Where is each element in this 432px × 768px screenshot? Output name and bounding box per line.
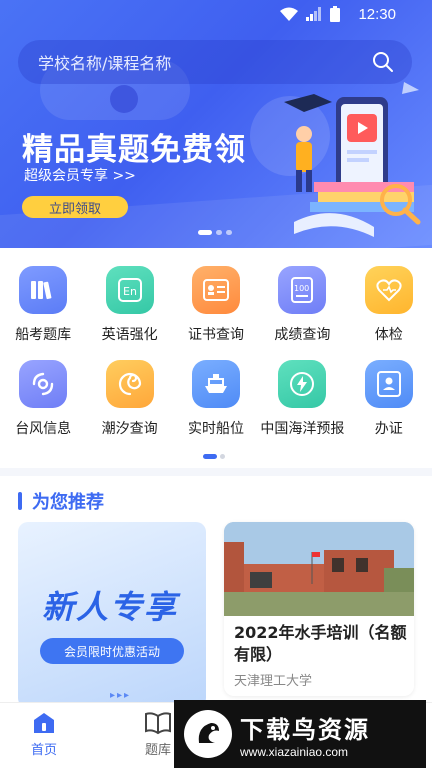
pager-dot bbox=[226, 230, 232, 235]
feature-label: 办证 bbox=[374, 421, 403, 437]
nav-label: 首页 bbox=[30, 743, 57, 758]
feature-question-bank[interactable]: 船考题库 bbox=[0, 266, 86, 344]
pager-dot-active bbox=[203, 454, 217, 459]
pager-dot bbox=[216, 230, 222, 235]
claim-button[interactable]: 立即领取 bbox=[22, 196, 128, 218]
grid-pager bbox=[203, 454, 225, 459]
tide-icon bbox=[105, 360, 154, 408]
feature-label: 证书查询 bbox=[187, 327, 244, 343]
feature-label: 实时船位 bbox=[187, 421, 244, 437]
title-accent-bar bbox=[18, 492, 22, 510]
heart-icon bbox=[364, 266, 413, 314]
battery-icon bbox=[330, 6, 340, 22]
promo-banner[interactable]: 12:30 学校名称/课程名称 精品真题免费领 超级会员专享 >> 立即领取 bbox=[0, 0, 432, 248]
feature-label: 台风信息 bbox=[15, 421, 72, 437]
wifi-icon bbox=[280, 7, 298, 21]
member-promo-pill: 会员限时优惠活动 bbox=[40, 638, 184, 664]
feature-grid: 船考题库 En 英语强化 证书查询 100 成绩查询 体检 台风信息 潮汐查询 … bbox=[0, 248, 432, 468]
feature-label: 成绩查询 bbox=[274, 327, 331, 343]
feature-ocean-forecast[interactable]: 中国海洋预报 bbox=[259, 360, 345, 438]
recommend-section: 为您推荐 新人专享 会员限时优惠活动 ▸▸▸ 2022年水手培训（名额有限） 天… bbox=[0, 476, 432, 708]
course-card[interactable]: 2022年水手培训（名额有限） 天津理工大学 bbox=[224, 522, 414, 696]
score-icon: 100 bbox=[278, 266, 327, 314]
section-title: 为您推荐 bbox=[18, 488, 104, 514]
home-icon bbox=[34, 713, 54, 733]
decor-dot bbox=[110, 85, 138, 113]
watermark-bird-icon bbox=[184, 710, 232, 758]
svg-text:100: 100 bbox=[294, 284, 309, 293]
banner-subline[interactable]: 超级会员专享 >> bbox=[24, 165, 136, 185]
search-placeholder: 学校名称/课程名称 bbox=[38, 54, 172, 73]
feature-license[interactable]: 办证 bbox=[346, 360, 432, 438]
banner-pager bbox=[198, 230, 232, 235]
book-stack-icon bbox=[19, 266, 68, 314]
arrows-icon: ▸▸▸ bbox=[110, 690, 132, 701]
feature-ship-position[interactable]: 实时船位 bbox=[173, 360, 259, 438]
feature-label: 潮汐查询 bbox=[101, 421, 158, 437]
nav-label: 题库 bbox=[144, 743, 171, 758]
campus-photo bbox=[224, 522, 414, 616]
study-illustration bbox=[284, 82, 421, 237]
signal-icon bbox=[306, 7, 321, 21]
banner-headline: 精品真题免费领 bbox=[22, 132, 246, 168]
feature-label: 英语强化 bbox=[101, 327, 158, 343]
svg-text:En: En bbox=[123, 285, 137, 298]
feature-typhoon[interactable]: 台风信息 bbox=[0, 360, 86, 438]
pager-dot-active bbox=[198, 230, 212, 235]
search-icon[interactable] bbox=[372, 51, 394, 73]
newcomer-headline: 新人专享 bbox=[42, 588, 179, 626]
section-title-text: 为您推荐 bbox=[32, 492, 104, 513]
feature-english[interactable]: En 英语强化 bbox=[86, 266, 172, 344]
nav-home[interactable]: 首页 bbox=[14, 711, 74, 758]
lightning-icon bbox=[278, 360, 327, 408]
open-book-icon bbox=[145, 712, 171, 735]
feature-score[interactable]: 100 成绩查询 bbox=[259, 266, 345, 344]
ship-icon bbox=[191, 360, 240, 408]
course-school: 天津理工大学 bbox=[234, 674, 313, 689]
newcomer-card[interactable]: 新人专享 会员限时优惠活动 ▸▸▸ bbox=[18, 522, 206, 708]
feature-certificate[interactable]: 证书查询 bbox=[173, 266, 259, 344]
certificate-icon bbox=[191, 266, 240, 314]
id-card-icon bbox=[364, 360, 413, 408]
feature-label: 船考题库 bbox=[15, 327, 72, 343]
clock: 12:30 bbox=[358, 6, 396, 23]
feature-row-2: 台风信息 潮汐查询 实时船位 中国海洋预报 办证 bbox=[0, 360, 432, 438]
pager-dot bbox=[220, 454, 225, 459]
feature-label: 体检 bbox=[374, 327, 403, 343]
status-icons bbox=[280, 6, 340, 22]
course-title: 2022年水手培训（名额有限） bbox=[234, 623, 407, 664]
feature-tide[interactable]: 潮汐查询 bbox=[86, 360, 172, 438]
english-icon: En bbox=[105, 266, 154, 314]
typhoon-icon bbox=[19, 360, 68, 408]
watermark-url: www.xiazainiao.com bbox=[240, 744, 349, 759]
feature-label: 中国海洋预报 bbox=[260, 421, 345, 437]
feature-row-1: 船考题库 En 英语强化 证书查询 100 成绩查询 体检 bbox=[0, 266, 432, 344]
watermark-title: 下载鸟资源 bbox=[240, 715, 370, 744]
feature-medical[interactable]: 体检 bbox=[346, 266, 432, 344]
watermark: 下载鸟资源 www.xiazainiao.com bbox=[174, 700, 426, 768]
status-bar: 12:30 bbox=[0, 0, 432, 32]
